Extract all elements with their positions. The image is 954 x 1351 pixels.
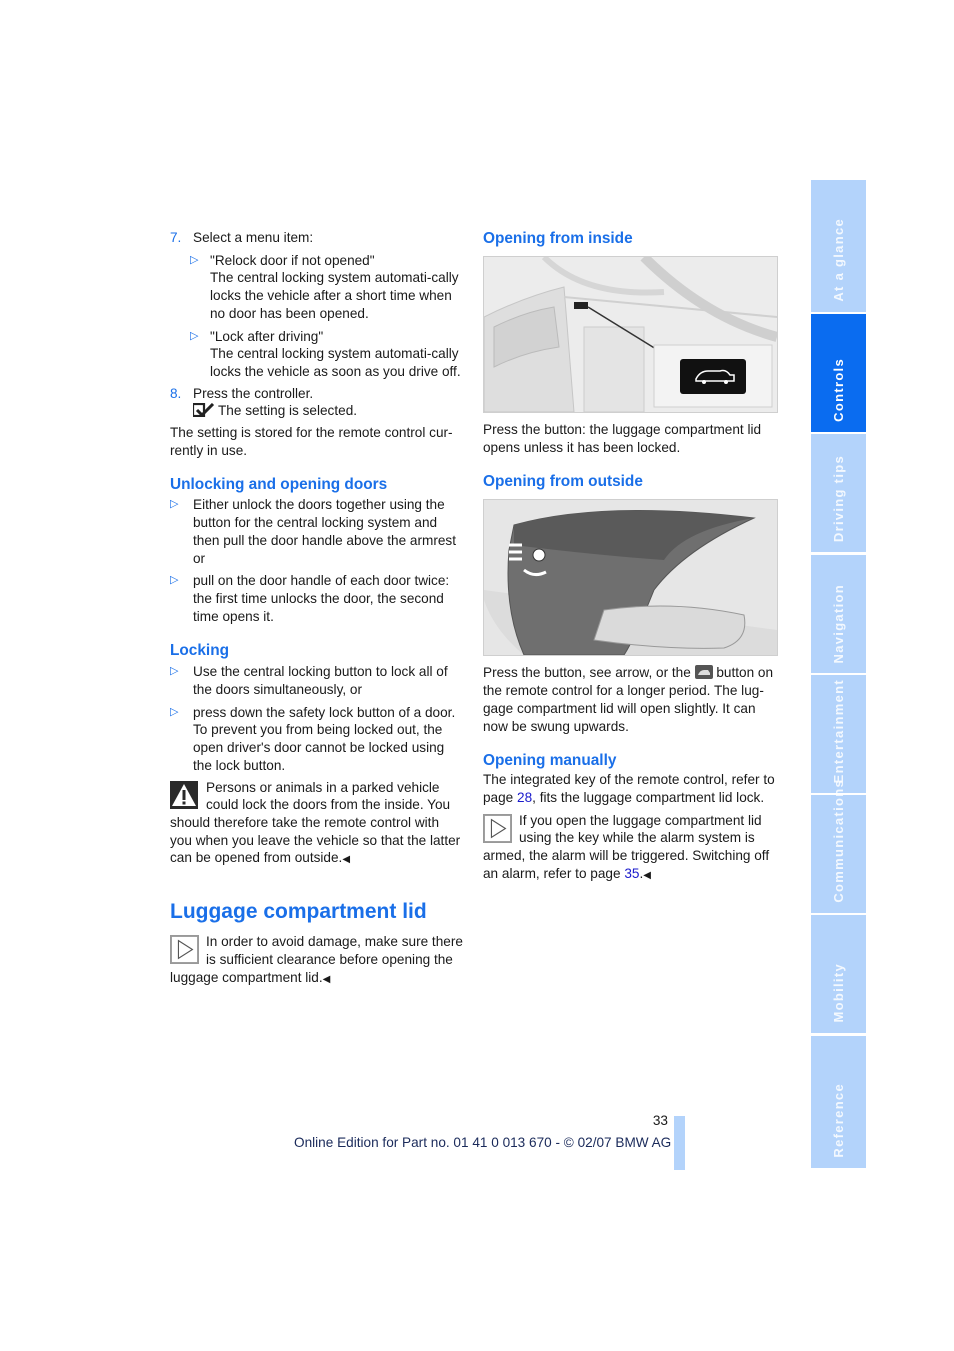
bullet-triangle-icon: ▷	[170, 665, 179, 678]
left-column: 7. Select a menu item: ▷ "Relock door if…	[170, 229, 463, 988]
step-8: 8. Press the controller.	[170, 385, 463, 403]
interior-illustration	[484, 257, 777, 412]
stored-note: The setting is stored for the remote con…	[170, 425, 453, 458]
list-item-text: press down the safety lock button of a d…	[193, 704, 456, 773]
menu-options: ▷ "Relock door if not opened" The centra…	[170, 252, 463, 381]
note-triangle-icon	[170, 935, 199, 965]
edition-footer: Online Edition for Part no. 01 41 0 013 …	[294, 1135, 672, 1150]
thumb-tab-navigation[interactable]: Navigation	[811, 555, 866, 673]
warning-note: Persons or animals in a parked vehicle c…	[170, 779, 463, 870]
luggage-note-text: In order to avoid damage, make sure ther…	[170, 934, 463, 985]
thumb-tab-at-a-glance[interactable]: At a glance	[811, 180, 866, 312]
bullet-triangle-icon: ▷	[170, 498, 179, 511]
end-mark-icon: ◀	[643, 869, 651, 881]
checkmark-icon	[193, 403, 215, 418]
list-item-text: pull on the door handle of each door twi…	[193, 573, 450, 624]
inside-caption: Press the button: the luggage compartmen…	[483, 422, 762, 455]
list-item-text: Either unlock the doors together using t…	[193, 497, 456, 566]
option-description: The central locking system automati-call…	[210, 270, 459, 321]
warning-icon	[170, 780, 198, 809]
thumb-tab-label: Mobility	[830, 963, 846, 1023]
footer-bar	[674, 1116, 685, 1170]
manual-text: The integrated key of the remote control…	[483, 771, 778, 806]
remote-trunk-button-icon	[694, 665, 713, 680]
list-item-text: Use the central locking button to lock a…	[193, 664, 448, 698]
heading-opening-manually: Opening manually	[483, 752, 617, 770]
thumb-tab-reference[interactable]: Reference	[811, 1036, 866, 1168]
thumb-tab-label: Controls	[830, 358, 846, 422]
figure-interior-button	[483, 256, 778, 413]
thumb-tab-mobility[interactable]: Mobility	[811, 915, 866, 1033]
option-title: "Relock door if not opened"	[210, 252, 375, 268]
page-35-link[interactable]: 35	[624, 866, 639, 881]
thumb-tab-label: Entertainment	[830, 678, 846, 783]
heading-unlocking: Unlocking and opening doors	[170, 476, 388, 494]
menu-option: ▷ "Lock after driving" The central locki…	[190, 328, 463, 381]
step-text: Select a menu item:	[193, 230, 314, 245]
bullet-triangle-icon: ▷	[190, 329, 199, 342]
thumb-tab-controls[interactable]: Controls	[811, 314, 866, 432]
manual-text-part: , fits the luggage compartment lid lock.	[532, 789, 765, 805]
right-column: Opening from inside Press the button: th…	[483, 229, 778, 884]
thumb-tab-entertainment[interactable]: Entertainment	[811, 675, 866, 793]
option-title: "Lock after driving"	[210, 328, 324, 344]
option-description: The central locking system automati-call…	[210, 346, 461, 379]
thumb-tab-communications[interactable]: Communications	[811, 779, 866, 913]
end-mark-icon: ◀	[342, 854, 351, 866]
menu-option: ▷ "Relock door if not opened" The centra…	[190, 252, 463, 323]
thumb-tab-label: Reference	[830, 1083, 846, 1158]
thumb-tab-label: Communications	[830, 779, 846, 903]
bullet-triangle-icon: ▷	[170, 574, 179, 587]
result-text: The setting is selected.	[218, 403, 358, 419]
thumb-tab-driving-tips[interactable]: Driving tips	[811, 434, 866, 552]
alarm-note: If you open the luggage compartment lid …	[483, 812, 778, 885]
heading-opening-outside: Opening from outside	[483, 473, 643, 491]
list-item: ▷ Use the central locking button to lock…	[170, 663, 463, 698]
thumb-tab-label: Navigation	[830, 583, 846, 663]
trunk-illustration	[484, 500, 777, 656]
warning-text: Persons or animals in a parked vehicle c…	[170, 779, 461, 866]
page-28-link[interactable]: 28	[517, 790, 532, 805]
step-number: 7.	[170, 230, 182, 245]
list-item: ▷ press down the safety lock button of a…	[170, 704, 463, 775]
heading-luggage-compartment: Luggage compartment lid	[170, 900, 427, 924]
note-triangle-icon	[483, 813, 512, 843]
bullet-triangle-icon: ▷	[190, 253, 199, 266]
step-8-result: The setting is selected.	[170, 402, 463, 420]
page-number: 33	[652, 1113, 668, 1128]
heading-locking: Locking	[170, 642, 229, 660]
bullet-triangle-icon: ▷	[170, 705, 179, 718]
heading-opening-inside: Opening from inside	[483, 230, 633, 247]
thumb-tab-label: At a glance	[830, 218, 846, 302]
end-mark-icon: ◀	[322, 973, 331, 985]
list-item: ▷ pull on the door handle of each door t…	[170, 572, 463, 625]
luggage-note: In order to avoid damage, make sure ther…	[170, 933, 463, 988]
figure-trunk-exterior	[483, 499, 778, 657]
list-item: ▷ Either unlock the doors together using…	[170, 496, 463, 567]
caption-text: Press the button, see arrow, or the	[483, 665, 691, 681]
thumb-tab-label: Driving tips	[830, 454, 846, 542]
step-number: 8.	[170, 385, 182, 401]
outside-caption: Press the button, see arrow, or the butt…	[483, 664, 778, 735]
step-text: Press the controller.	[193, 385, 314, 401]
step-7: 7. Select a menu item:	[170, 229, 463, 247]
